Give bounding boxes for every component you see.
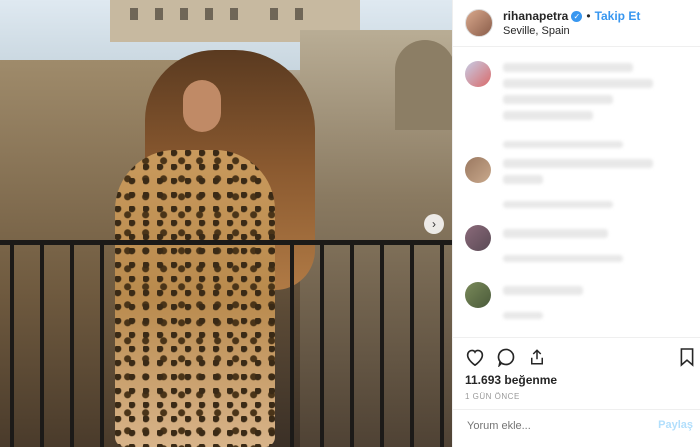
share-button[interactable] bbox=[525, 346, 549, 368]
follow-button[interactable]: Takip Et bbox=[595, 9, 641, 23]
bookmark-outline-icon bbox=[680, 348, 694, 367]
post-sidebar: rihanapetra ✓ • Takip Et Seville, Spain bbox=[452, 0, 700, 447]
comment-button[interactable] bbox=[494, 346, 518, 368]
commenter-avatar[interactable] bbox=[465, 282, 491, 308]
post-timestamp[interactable]: 1 GÜN ÖNCE bbox=[465, 392, 520, 401]
comments-list bbox=[453, 47, 700, 337]
separator-dot: • bbox=[586, 9, 591, 23]
comment-bubble-icon bbox=[497, 348, 515, 367]
likes-count[interactable]: 11.693 beğenme bbox=[465, 373, 557, 387]
commenter-avatar[interactable] bbox=[465, 225, 491, 251]
post-photo[interactable]: › bbox=[0, 0, 452, 447]
username-link[interactable]: rihanapetra bbox=[503, 9, 568, 23]
location-link[interactable]: Seville, Spain bbox=[503, 25, 640, 37]
photo-railing bbox=[0, 240, 452, 447]
photo-bridge-arch bbox=[395, 40, 452, 130]
verified-check-icon: ✓ bbox=[571, 10, 583, 22]
chevron-right-icon: › bbox=[432, 217, 436, 231]
commenter-avatar[interactable] bbox=[465, 157, 491, 183]
comment-input[interactable] bbox=[465, 419, 649, 433]
save-button[interactable] bbox=[675, 346, 699, 368]
commenter-avatar[interactable] bbox=[465, 61, 491, 87]
action-bar bbox=[453, 344, 700, 370]
post-comment-button[interactable]: Paylaş bbox=[658, 419, 693, 431]
share-upload-icon bbox=[531, 349, 543, 365]
heart-outline-icon bbox=[466, 349, 484, 366]
next-photo-button[interactable]: › bbox=[424, 214, 444, 234]
instagram-post: › rihanapetra ✓ • Takip Et Seville, Spai… bbox=[0, 0, 700, 447]
avatar[interactable] bbox=[465, 9, 493, 37]
actions-divider bbox=[453, 337, 700, 338]
like-button[interactable] bbox=[463, 346, 487, 368]
post-header: rihanapetra ✓ • Takip Et Seville, Spain bbox=[453, 0, 700, 46]
comment-box-divider bbox=[453, 409, 700, 410]
